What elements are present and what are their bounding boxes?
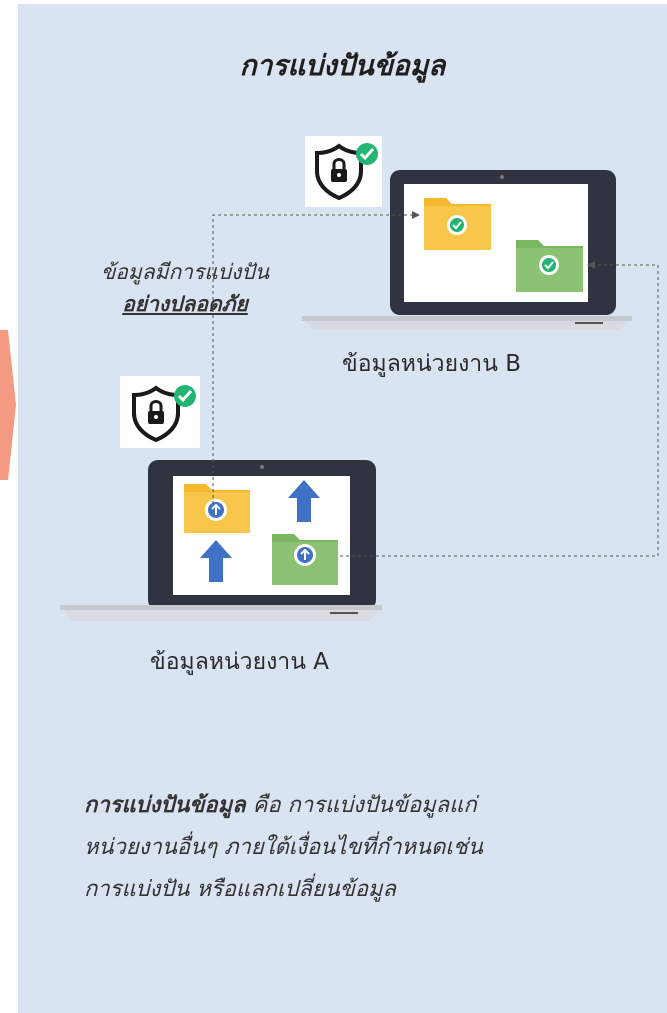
description-line-3: การแบ่งปัน หรือแลกเปลี่ยนข้อมูล [84,877,397,902]
laptop-b-label: ข้อมูลหน่วยงาน B [342,351,522,377]
folder-check-icon [516,240,583,292]
folder-check-icon [424,198,491,250]
description-term: การแบ่งปันข้อมูล [84,793,246,818]
description-line-2: หน่วยงานอื่นๆ ภายใต้เงื่อนไขที่กำหนดเช่น [84,835,483,860]
folder-upload-icon [184,484,250,533]
description-line-1: การแบ่งปันข้อมูล คือ การแบ่งปันข้อมูลแก่ [84,785,644,827]
shield-lock-check-icon [305,136,382,207]
shield-lock-check-icon [120,376,200,448]
laptop-a-label: ข้อมูลหน่วยงาน A [150,649,329,675]
folder-upload-icon [272,534,338,585]
description-text: การแบ่งปันข้อมูล คือ การแบ่งปันข้อมูลแก่… [84,785,644,911]
description-line-1-rest: คือ การแบ่งปันข้อมูลแก่ [245,793,477,818]
